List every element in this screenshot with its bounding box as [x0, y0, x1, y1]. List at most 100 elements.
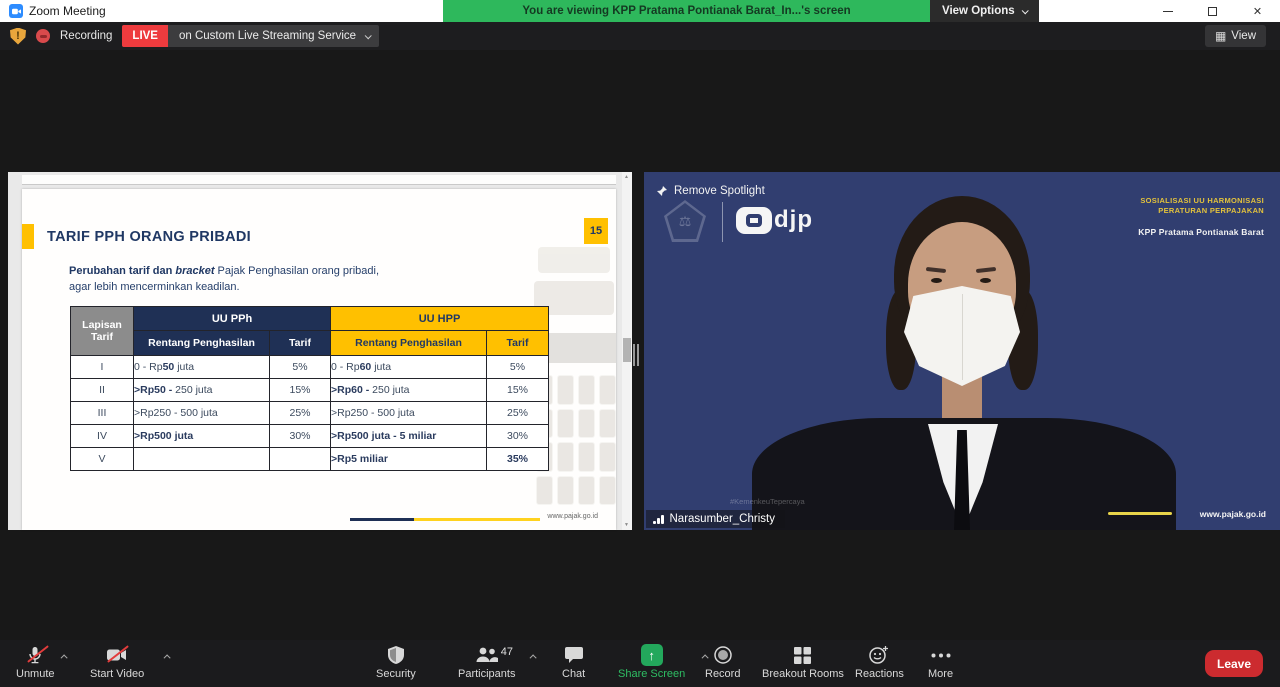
breakout-rooms-icon	[794, 644, 811, 666]
unmute-label: Unmute	[16, 668, 55, 680]
close-button[interactable]: ✕	[1235, 0, 1280, 22]
remove-spotlight-button[interactable]: Remove Spotlight	[656, 185, 765, 197]
table-cell: 35%	[487, 448, 549, 471]
headline-line1: SOSIALISASI UU HARMONISASI	[1138, 196, 1264, 206]
window-controls: ✕	[1145, 0, 1280, 22]
record-label: Record	[705, 668, 740, 680]
table-cell	[270, 448, 331, 471]
video-watermark: #KemenkeuTepercaya	[730, 497, 805, 506]
table-cell: >Rp5 miliar	[331, 448, 487, 471]
viewing-screen-banner: You are viewing KPP Pratama Pontianak Ba…	[443, 0, 930, 22]
table-cell: 0 - Rp50 juta	[134, 356, 270, 379]
uu-pph-header: UU PPh	[134, 307, 331, 331]
slide-footer-url: www.pajak.go.id	[547, 513, 598, 520]
tax-rate-table: LapisanTarif UU PPh UU HPP Rentang Pengh…	[70, 306, 549, 471]
audio-options-caret[interactable]	[61, 654, 68, 661]
security-label: Security	[376, 668, 416, 680]
table-cell: IV	[71, 425, 134, 448]
pph-tarif-header: Tarif	[270, 331, 331, 356]
hpp-tarif-header: Tarif	[487, 331, 549, 356]
subtitle-line2: agar lebih mencerminkan keadilan.	[69, 279, 379, 295]
table-cell: 15%	[270, 379, 331, 402]
more-label: More	[928, 668, 953, 680]
start-video-button[interactable]: Start Video	[90, 644, 144, 680]
participants-count: 47	[501, 646, 513, 658]
encryption-shield-icon[interactable]: !	[10, 28, 26, 45]
chat-label: Chat	[562, 668, 585, 680]
video-footer-line	[1108, 512, 1172, 515]
record-button[interactable]: Record	[705, 644, 740, 680]
grid-view-icon: ▦	[1215, 30, 1226, 42]
unmute-button[interactable]: Unmute	[16, 644, 55, 680]
view-label: View	[1231, 30, 1256, 42]
table-corner-header: LapisanTarif	[71, 307, 134, 356]
slide-page-number: 15	[584, 218, 608, 244]
share-screen-icon: ↑	[641, 644, 663, 666]
event-headline: SOSIALISASI UU HARMONISASI PERATURAN PER…	[1138, 196, 1264, 237]
security-shield-icon	[388, 644, 404, 666]
recording-label: Recording	[60, 30, 112, 42]
office-label: KPP Pratama Pontianak Barat	[1138, 227, 1264, 237]
participants-caret[interactable]	[530, 654, 537, 661]
table-cell: >Rp250 - 500 juta	[331, 402, 487, 425]
view-options-button[interactable]: View Options	[930, 0, 1039, 22]
participant-nametag: Narasumber_Christy	[646, 510, 785, 528]
recording-indicator-icon	[36, 29, 50, 43]
table-cell: 30%	[270, 425, 331, 448]
meeting-stage: TARIF PPH ORANG PRIBADI 15 Perubahan tar…	[0, 50, 1280, 640]
window-title: Zoom Meeting	[29, 4, 106, 18]
video-footer-url: www.pajak.go.id	[1200, 509, 1266, 519]
footer-line-navy	[350, 518, 414, 521]
spotlight-video-tile: Remove Spotlight ⚖ djp SOSIALISASI UU HA…	[644, 172, 1280, 530]
table-cell: 15%	[487, 379, 549, 402]
leave-button[interactable]: Leave	[1205, 650, 1263, 677]
meeting-topbar: ! Recording LIVE on Custom Live Streamin…	[0, 22, 1280, 50]
uu-hpp-header: UU HPP	[331, 307, 549, 331]
pane-resize-handle[interactable]	[633, 344, 641, 366]
security-button[interactable]: Security	[376, 644, 416, 680]
camera-off-icon	[107, 644, 127, 666]
table-cell: 5%	[487, 356, 549, 379]
viewer-scrollbar: ▲ ▼	[622, 172, 632, 530]
table-cell: III	[71, 402, 134, 425]
window-titlebar: Zoom Meeting You are viewing KPP Pratama…	[0, 0, 1280, 22]
live-stream-control[interactable]: LIVE on Custom Live Streaming Service	[122, 25, 379, 47]
chevron-down-icon	[1021, 7, 1028, 14]
reactions-icon	[869, 644, 889, 666]
participants-button[interactable]: 47 Participants	[458, 644, 515, 680]
footer-line-yellow	[414, 518, 540, 521]
table-cell: 25%	[270, 402, 331, 425]
previous-page-edge	[22, 175, 616, 185]
table-row: II>Rp50 - 250 juta15%>Rp60 - 250 juta15%	[71, 379, 549, 402]
minimize-button[interactable]	[1145, 0, 1190, 22]
scroll-up-icon: ▲	[624, 174, 629, 180]
breakout-rooms-label: Breakout Rooms	[762, 668, 844, 680]
zoom-app-icon	[9, 4, 23, 18]
shared-screen-view: TARIF PPH ORANG PRIBADI 15 Perubahan tar…	[8, 172, 632, 530]
maximize-icon	[1208, 7, 1217, 16]
table-cell: >Rp60 - 250 juta	[331, 379, 487, 402]
table-cell: >Rp50 - 250 juta	[134, 379, 270, 402]
share-screen-button[interactable]: ↑ Share Screen	[618, 644, 685, 680]
chat-button[interactable]: Chat	[562, 644, 585, 680]
mic-muted-icon	[27, 644, 43, 666]
view-layout-button[interactable]: ▦ View	[1205, 25, 1266, 47]
table-cell: I	[71, 356, 134, 379]
table-cell: 0 - Rp60 juta	[331, 356, 487, 379]
title-accent-bar	[22, 224, 34, 249]
reactions-button[interactable]: Reactions	[855, 644, 904, 680]
table-cell: 25%	[487, 402, 549, 425]
table-row: V >Rp5 miliar35%	[71, 448, 549, 471]
close-icon: ✕	[1253, 5, 1262, 18]
reactions-label: Reactions	[855, 668, 904, 680]
table-cell: V	[71, 448, 134, 471]
table-row: I0 - Rp50 juta5%0 - Rp60 juta5%	[71, 356, 549, 379]
breakout-rooms-button[interactable]: Breakout Rooms	[762, 644, 844, 680]
table-row: III>Rp250 - 500 juta25%>Rp250 - 500 juta…	[71, 402, 549, 425]
maximize-button[interactable]	[1190, 0, 1235, 22]
more-button[interactable]: More	[928, 644, 953, 680]
face-mask	[904, 286, 1020, 386]
djp-logo: djp	[736, 206, 813, 234]
table-cell: II	[71, 379, 134, 402]
video-options-caret[interactable]	[164, 654, 171, 661]
